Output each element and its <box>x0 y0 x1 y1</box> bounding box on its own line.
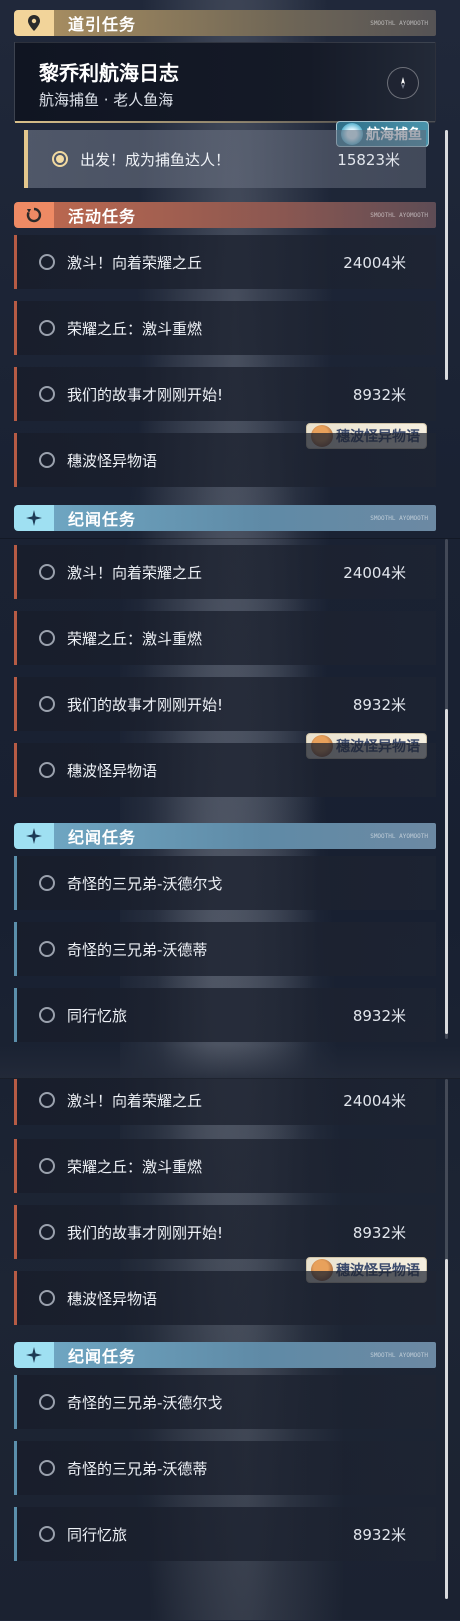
task-label: 我们的故事才刚刚开始! <box>67 1223 224 1242</box>
task-label: 激斗！向着荣耀之丘 <box>67 563 203 582</box>
radio-empty-icon[interactable] <box>39 1007 55 1023</box>
quest-panel-2: 激斗！向着荣耀之丘 24004米 荣耀之丘：激斗重燃 我们的故事才刚刚开始! 8… <box>0 538 460 1079</box>
task-row[interactable]: 奇怪的三兄弟-沃德蒂 <box>14 1441 436 1495</box>
task-row[interactable]: 同行忆旅 8932米 <box>14 1507 436 1561</box>
task-row[interactable]: 荣耀之丘：激斗重燃 <box>14 611 436 665</box>
radio-empty-icon[interactable] <box>39 386 55 402</box>
task-distance: 8932米 <box>352 385 406 404</box>
radio-empty-icon[interactable] <box>39 630 55 646</box>
header-deco-text: SMOOTHL AYOMOOTH <box>370 1351 428 1359</box>
radio-empty-icon[interactable] <box>39 1092 55 1108</box>
radio-empty-icon[interactable] <box>39 762 55 778</box>
task-row[interactable]: 奇怪的三兄弟-沃德蒂 <box>14 922 436 976</box>
task-label: 奇怪的三兄弟-沃德尔戈 <box>67 1393 223 1412</box>
task-row[interactable]: 同行忆旅 8932米 <box>14 988 436 1042</box>
activity-header-title: 活动任务 <box>68 207 137 226</box>
activity-quest-header[interactable]: 活动任务 SMOOTHL AYOMOOTH <box>14 202 436 228</box>
quest-panel-1: 道引任务 SMOOTHL AYOMOOTH 黎乔利航海日志 航海捕鱼 · 老人鱼海… <box>0 0 460 538</box>
task-label: 穗波怪异物语 <box>67 761 158 780</box>
radio-empty-icon[interactable] <box>39 254 55 270</box>
main-quest-title: 黎乔利航海日志 <box>39 61 179 85</box>
task-row[interactable]: 穗波怪异物语 <box>14 433 436 487</box>
radio-empty-icon[interactable] <box>39 941 55 957</box>
task-row[interactable]: 激斗！向着荣耀之丘 24004米 <box>14 1079 436 1125</box>
task-label: 荣耀之丘：激斗重燃 <box>67 1157 203 1176</box>
task-row[interactable]: 奇怪的三兄弟-沃德尔戈 <box>14 856 436 910</box>
radio-empty-icon[interactable] <box>39 320 55 336</box>
lore-header-title: 纪闻任务 <box>68 510 137 529</box>
task-row[interactable]: 荣耀之丘：激斗重燃 <box>14 1139 436 1193</box>
task-label: 奇怪的三兄弟-沃德尔戈 <box>67 874 223 893</box>
sparkle-star-icon <box>14 1342 54 1368</box>
task-label: 荣耀之丘：激斗重燃 <box>67 319 203 338</box>
task-label: 奇怪的三兄弟-沃德蒂 <box>67 1459 208 1478</box>
radio-empty-icon[interactable] <box>39 1526 55 1542</box>
task-label: 我们的故事才刚刚开始! <box>67 695 224 714</box>
header-deco-text: SMOOTHL AYOMOOTH <box>370 211 428 219</box>
task-row[interactable]: 荣耀之丘：激斗重燃 <box>14 301 436 355</box>
guide-quest-header[interactable]: 道引任务 SMOOTHL AYOMOOTH <box>14 10 436 36</box>
list-fade <box>0 1045 460 1079</box>
compass-icon[interactable] <box>387 67 419 99</box>
lore-header-title: 纪闻任务 <box>68 828 137 847</box>
radio-selected-icon[interactable] <box>52 151 68 167</box>
scrollbar-thumb[interactable] <box>445 1259 448 1599</box>
radio-empty-icon[interactable] <box>39 1224 55 1240</box>
radio-empty-icon[interactable] <box>39 1394 55 1410</box>
task-row[interactable]: 我们的故事才刚刚开始! 8932米 <box>14 367 436 421</box>
task-row[interactable]: 我们的故事才刚刚开始! 8932米 <box>14 677 436 731</box>
radio-empty-icon[interactable] <box>39 1460 55 1476</box>
selected-task-row[interactable]: 出发！成为捕鱼达人！ 15823米 <box>24 130 426 188</box>
task-row[interactable]: 穗波怪异物语 <box>14 1271 436 1325</box>
task-label: 穗波怪异物语 <box>67 1289 158 1308</box>
task-distance: 8932米 <box>352 695 406 714</box>
quest-panel-3: 激斗！向着荣耀之丘 24004米 荣耀之丘：激斗重燃 我们的故事才刚刚开始! 8… <box>0 1078 460 1621</box>
radio-empty-icon[interactable] <box>39 696 55 712</box>
lore-quest-header[interactable]: 纪闻任务 SMOOTHL AYOMOOTH <box>14 1342 436 1368</box>
task-row[interactable]: 穗波怪异物语 <box>14 743 436 797</box>
task-distance: 24004米 <box>343 563 406 582</box>
task-distance: 24004米 <box>343 253 406 272</box>
scrollbar-thumb[interactable] <box>445 709 448 1034</box>
scrollbar-thumb[interactable] <box>445 130 448 380</box>
task-row[interactable]: 奇怪的三兄弟-沃德尔戈 <box>14 1375 436 1429</box>
lore-quest-header[interactable]: 纪闻任务 SMOOTHL AYOMOOTH <box>14 505 436 531</box>
sparkle-star-icon <box>14 823 54 849</box>
task-label: 激斗！向着荣耀之丘 <box>67 1091 203 1110</box>
header-deco-text: SMOOTHL AYOMOOTH <box>370 514 428 522</box>
lore-quest-header[interactable]: 纪闻任务 SMOOTHL AYOMOOTH <box>14 823 436 849</box>
radio-empty-icon[interactable] <box>39 564 55 580</box>
task-label: 激斗！向着荣耀之丘 <box>67 253 203 272</box>
main-quest-subtitle: 航海捕鱼 · 老人鱼海 <box>39 91 174 109</box>
task-distance: 8932米 <box>352 1525 406 1544</box>
radio-empty-icon[interactable] <box>39 1158 55 1174</box>
sparkle-star-icon <box>14 505 54 531</box>
main-quest-card[interactable]: 黎乔利航海日志 航海捕鱼 · 老人鱼海 <box>14 42 436 123</box>
task-label: 同行忆旅 <box>67 1525 128 1544</box>
task-label: 奇怪的三兄弟-沃德蒂 <box>67 940 208 959</box>
header-deco-text: SMOOTHL AYOMOOTH <box>370 19 428 27</box>
lore-header-title: 纪闻任务 <box>68 1347 137 1366</box>
task-distance: 8932米 <box>352 1223 406 1242</box>
radio-empty-icon[interactable] <box>39 875 55 891</box>
task-label: 我们的故事才刚刚开始! <box>67 385 224 404</box>
task-label: 穗波怪异物语 <box>67 451 158 470</box>
task-distance: 24004米 <box>343 1091 406 1110</box>
guide-header-title: 道引任务 <box>68 15 137 34</box>
task-distance: 8932米 <box>352 1006 406 1025</box>
selected-task-distance: 15823米 <box>337 150 400 169</box>
task-label: 荣耀之丘：激斗重燃 <box>67 629 203 648</box>
task-row[interactable]: 激斗！向着荣耀之丘 24004米 <box>14 545 436 599</box>
selected-task-label: 出发！成为捕鱼达人！ <box>80 150 231 169</box>
task-label: 同行忆旅 <box>67 1006 128 1025</box>
task-row[interactable]: 激斗！向着荣耀之丘 24004米 <box>14 235 436 289</box>
radio-empty-icon[interactable] <box>39 1290 55 1306</box>
refresh-arrow-icon <box>14 202 54 228</box>
task-row[interactable]: 我们的故事才刚刚开始! 8932米 <box>14 1205 436 1259</box>
header-deco-text: SMOOTHL AYOMOOTH <box>370 832 428 840</box>
location-pin-icon <box>14 10 54 36</box>
radio-empty-icon[interactable] <box>39 452 55 468</box>
